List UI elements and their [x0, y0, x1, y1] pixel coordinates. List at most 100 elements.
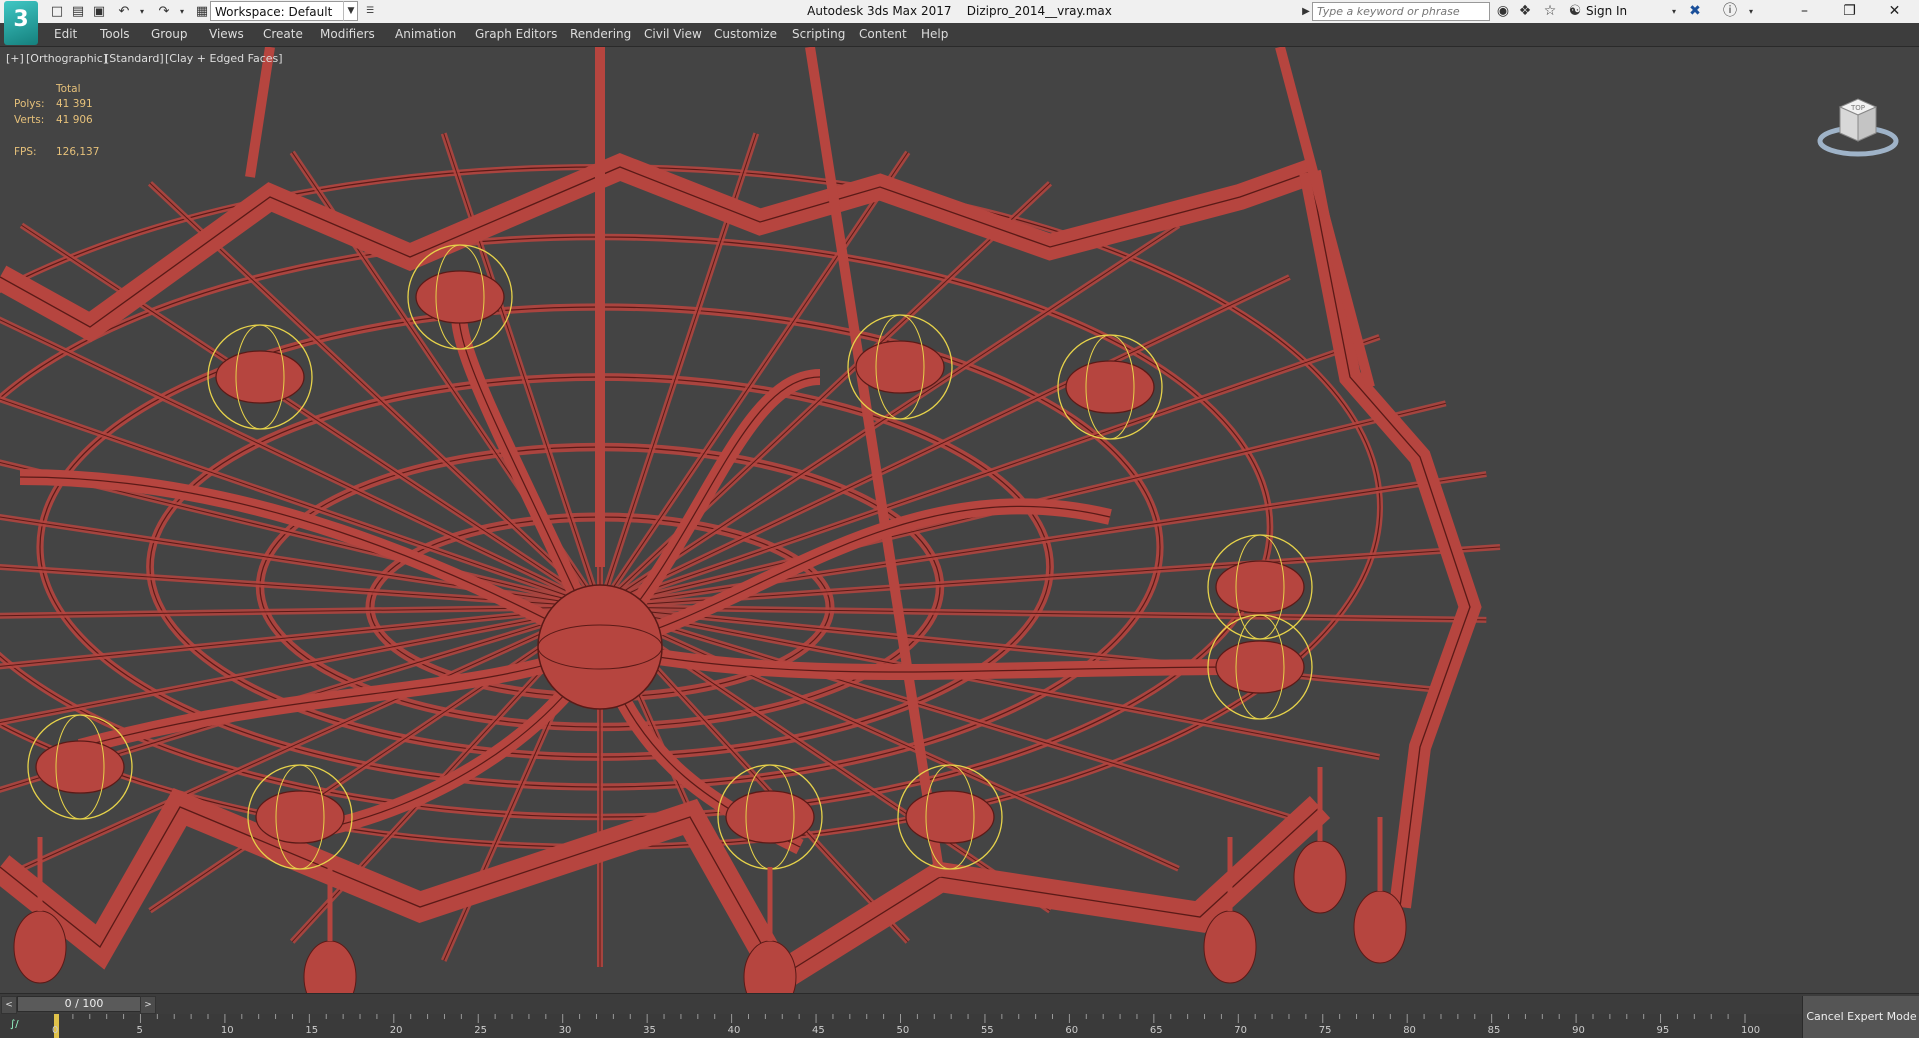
redo-icon[interactable]: ↷ — [154, 2, 174, 21]
menu-rendering[interactable]: Rendering — [570, 23, 631, 46]
time-slider[interactable]: < 0 / 100 > — [0, 993, 1919, 1014]
menu-customize[interactable]: Customize — [714, 23, 777, 46]
undo-dropdown-icon[interactable]: ▾ — [132, 2, 152, 21]
menu-graph-editors[interactable]: Graph Editors — [475, 23, 557, 46]
app-title: Autodesk 3ds Max 2017 — [807, 4, 952, 18]
time-slider-prev-button[interactable]: < — [1, 996, 17, 1014]
binoculars-icon[interactable]: ◉ — [1493, 2, 1513, 21]
search-expand-icon[interactable]: ▶ — [1300, 2, 1312, 21]
menu-help[interactable]: Help — [921, 23, 948, 46]
ruler-tick-label: 20 — [389, 1025, 403, 1036]
candle-bulb — [855, 340, 945, 394]
ruler-tick-label: 75 — [1318, 1025, 1332, 1036]
close-button[interactable]: ✕ — [1872, 0, 1917, 23]
chandelier-scene — [0, 47, 1501, 993]
fps-label: FPS: — [14, 146, 37, 158]
candle-bulb — [215, 350, 305, 404]
viewcube[interactable]: TOP — [1816, 77, 1900, 167]
new-file-icon[interactable]: □ — [47, 2, 67, 21]
viewport-visual-style-label[interactable]: [Clay + Edged Faces] — [165, 52, 283, 66]
candle-bulb — [905, 790, 995, 844]
crystal-drop — [1293, 840, 1347, 914]
candle-bulb — [255, 790, 345, 844]
minimize-button[interactable]: – — [1782, 0, 1827, 23]
menu-create[interactable]: Create — [263, 23, 303, 46]
viewport-shading-preset-label[interactable]: [Standard] — [105, 52, 164, 66]
ruler-tick-label: 0 — [52, 1025, 59, 1036]
candle-bulb — [1215, 640, 1305, 694]
ruler-tick-label: 50 — [896, 1025, 910, 1036]
ruler-tick-label: 30 — [558, 1025, 572, 1036]
right-frame — [1299, 169, 1482, 909]
lattice-spoke-edge — [21, 224, 601, 608]
menu-tools[interactable]: Tools — [100, 23, 130, 46]
help-icon[interactable]: ⓘ — [1720, 2, 1740, 21]
verts-value: 41 906 — [56, 114, 93, 126]
menu-views[interactable]: Views — [209, 23, 244, 46]
menu-modifiers[interactable]: Modifiers — [320, 23, 375, 46]
candle-bulb — [1215, 560, 1305, 614]
viewport-menu-plus[interactable]: [+] — [6, 52, 24, 66]
sign-in-dropdown-icon[interactable]: ▾ — [1664, 2, 1684, 21]
chevron-down-icon[interactable]: ▼ — [343, 1, 358, 21]
ruler-tick-label: 65 — [1149, 1025, 1163, 1036]
app-logo[interactable]: 3 — [4, 1, 38, 45]
polys-label: Polys: — [14, 98, 45, 110]
candle-bulb — [35, 740, 125, 794]
track-bar[interactable]: ∫/ 0 5 10 15 20 25 30 35 40 45 50 55 60 65 70 75 80 85 90 9… — [0, 1014, 1802, 1038]
workspace-dropdown[interactable]: Workspace: Default — [210, 1, 358, 21]
redo-dropdown-icon[interactable]: ▾ — [172, 2, 192, 21]
open-file-icon[interactable]: ▤ — [68, 2, 88, 21]
help-dropdown-icon[interactable]: ▾ — [1741, 2, 1761, 21]
menu-animation[interactable]: Animation — [395, 23, 456, 46]
undo-icon[interactable]: ↶ — [114, 2, 134, 21]
hanging-rod — [245, 47, 275, 178]
project-folder-icon[interactable]: ▦ — [192, 2, 212, 21]
hanging-rod — [1275, 47, 1375, 389]
menu-group[interactable]: Group — [151, 23, 188, 46]
save-icon[interactable]: ▣ — [89, 2, 109, 21]
menu-content[interactable]: Content — [859, 23, 907, 46]
ruler-tick-label: 80 — [1403, 1025, 1416, 1036]
menu-bar: Edit Tools Group Views Create Modifiers … — [0, 23, 1919, 47]
favorites-star-icon[interactable]: ☆ — [1540, 2, 1560, 21]
crystal-drop — [303, 940, 357, 993]
fps-value: 126,137 — [56, 146, 100, 158]
verts-label: Verts: — [14, 114, 45, 126]
crystal-drop — [13, 910, 67, 984]
search-input[interactable] — [1312, 2, 1490, 21]
menu-edit[interactable]: Edit — [54, 23, 77, 46]
candle-bulb — [725, 790, 815, 844]
polys-value: 41 391 — [56, 98, 93, 110]
ruler-tick-label: 95 — [1656, 1025, 1670, 1036]
ruler-tick-label: 25 — [474, 1025, 487, 1036]
frame-counter: 0 / 100 — [64, 997, 104, 1010]
ruler-tick-label: 100 — [1741, 1025, 1761, 1036]
time-slider-next-button[interactable]: > — [140, 996, 156, 1014]
communication-center-icon[interactable]: ❖ — [1515, 2, 1535, 21]
ruler-tick-label: 40 — [727, 1025, 741, 1036]
viewport-orthographic[interactable]: [+] [Orthographic] [Standard] [Clay + Ed… — [0, 47, 1919, 993]
upper-frame — [0, 152, 1315, 343]
restore-button[interactable]: ❐ — [1827, 0, 1872, 23]
lower-frame — [0, 788, 1331, 993]
ruler-tick-label: 5 — [136, 1025, 143, 1036]
viewport-point-of-view-label[interactable]: [Orthographic] — [26, 52, 107, 66]
workspace-label: Workspace: Default — [215, 5, 333, 19]
candle-bulb — [415, 270, 505, 324]
exchange-apps-icon[interactable]: ✖ — [1685, 2, 1705, 21]
central-hub — [537, 584, 663, 710]
ruler-tick-label: 70 — [1234, 1025, 1248, 1036]
candle-bulb — [1065, 360, 1155, 414]
sign-in-link[interactable]: Sign In — [1586, 2, 1627, 21]
menu-scripting[interactable]: Scripting — [792, 23, 845, 46]
app-logo-text: 3 — [13, 7, 29, 32]
ruler-tick-label: 60 — [1065, 1025, 1079, 1036]
cancel-expert-mode-button[interactable]: Cancel Expert Mode — [1802, 996, 1919, 1038]
file-name: Dizipro_2014__vray.max — [966, 4, 1112, 18]
user-icon[interactable]: ☯ — [1565, 2, 1585, 21]
customize-quick-access-icon[interactable]: ☰ — [360, 2, 380, 21]
menu-civil-view[interactable]: Civil View — [644, 23, 702, 46]
time-slider-thumb[interactable]: 0 / 100 — [17, 996, 151, 1012]
ruler-tick-label: 45 — [812, 1025, 825, 1036]
